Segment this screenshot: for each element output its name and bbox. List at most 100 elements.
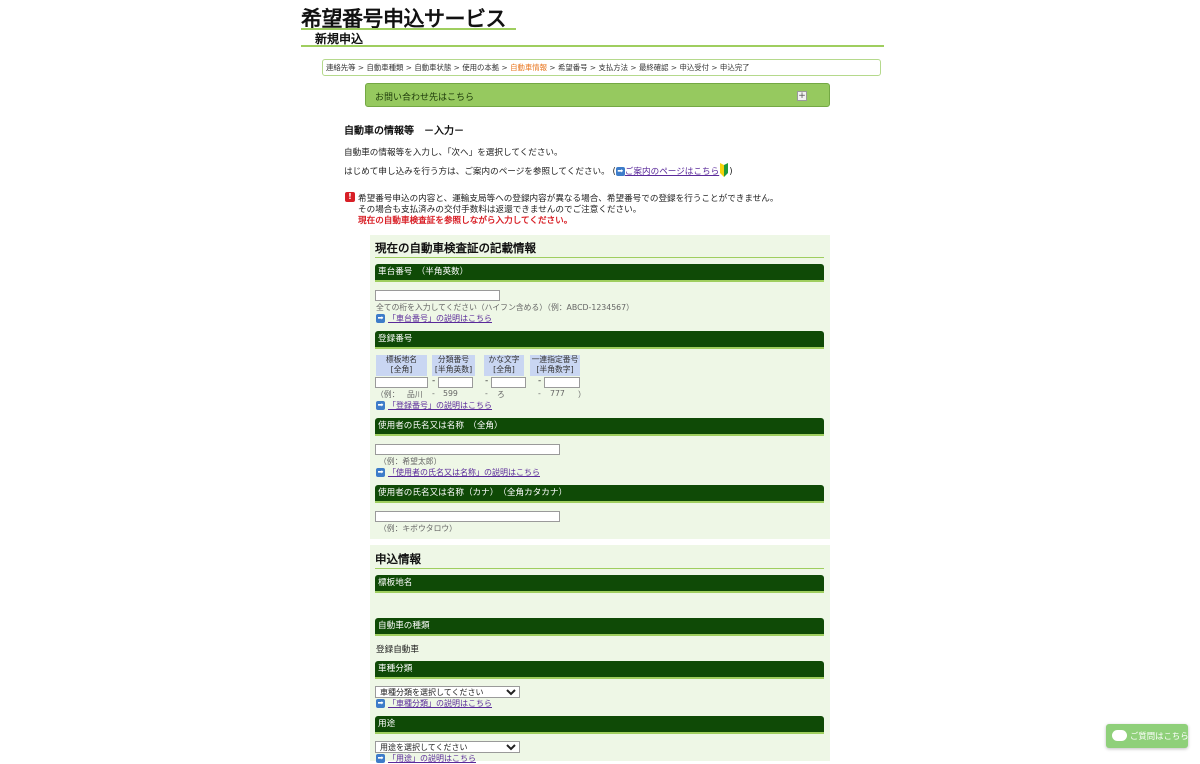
breadcrumb-step: 自動車情報 [510, 63, 548, 72]
section-title: 自動車の情報等 －入力－ [344, 126, 464, 137]
reg-col-serial-name: 一連指定番号 [531, 355, 579, 364]
registration-number-help-link[interactable]: 「登録番号」の説明はこちら [388, 401, 492, 410]
user-name-kana-input[interactable] [375, 511, 560, 522]
registration-number-help[interactable]: ➡ 「登録番号」の説明はこちら [376, 400, 492, 411]
vehicle-kind-header-rule [375, 634, 824, 636]
user-name-header-rule [375, 434, 824, 436]
user-name-kana-header: 使用者の氏名又は名称（カナ） （全角カタカナ） [375, 485, 824, 501]
user-name-input[interactable] [375, 444, 560, 455]
reg-col-serial: 一連指定番号 [半角数字] [530, 355, 580, 376]
apply-panel-title-rule [375, 568, 824, 569]
arrow-right-icon: ➡ [615, 167, 625, 176]
dash: - [538, 389, 541, 398]
user-name-kana-hint: （例：キボウタロウ） [379, 524, 457, 533]
dash: - [432, 389, 435, 398]
breadcrumb-step: 自動車種類 [366, 63, 404, 72]
registration-example-kana: ろ [497, 390, 505, 399]
car-class-select[interactable]: 車種分類を選択してください [375, 686, 520, 698]
reg-col-serial-type: [半角数字] [536, 365, 574, 374]
breadcrumb-step: 支払方法 [598, 63, 629, 72]
breadcrumb-separator: > [355, 63, 367, 72]
car-class-header-rule [375, 677, 824, 679]
breadcrumb-separator: > [403, 63, 415, 72]
chassis-number-help[interactable]: ➡ 「車台番号」の説明はこちら [376, 313, 492, 324]
reg-col-kana-name: かな文字 [488, 355, 520, 364]
dash: - [538, 376, 542, 386]
exclamation-icon: ! [345, 192, 355, 202]
chassis-number-header-rule [375, 280, 824, 282]
breadcrumb-step: 申込受付 [679, 63, 710, 72]
breadcrumb-step: 申込完了 [719, 63, 750, 72]
plate-area-input[interactable] [375, 377, 428, 388]
breadcrumb: 連絡先等 > 自動車種類 > 自動車状態 > 使用の本拠 > 自動車情報 > 希… [322, 59, 881, 76]
registration-example-class: 599 [443, 389, 458, 398]
chassis-number-hint: 全ての桁を入力してください（ハイフン含める）（例：ABCD-1234567） [376, 303, 634, 312]
arrow-right-icon: ➡ [376, 468, 385, 477]
usage-header-rule [375, 732, 824, 734]
chat-bubble-icon [1112, 730, 1127, 741]
user-name-help-link[interactable]: 「使用者の氏名又は名称」の説明はこちら [388, 468, 540, 477]
breadcrumb-separator: > [451, 63, 463, 72]
guide-page-link[interactable]: ご案内のページはこちら [625, 167, 719, 177]
breadcrumb-step: 最終確認 [638, 63, 669, 72]
car-class-header: 車種分類 [375, 661, 824, 677]
registration-number-header: 登録番号 [375, 331, 824, 347]
arrow-right-icon: ➡ [376, 314, 385, 323]
car-class-help[interactable]: ➡ 「車種分類」の説明はこちら [376, 698, 492, 709]
registration-example-prefix: （例： [376, 390, 400, 399]
dash: - [485, 389, 488, 398]
reg-col-class-number: 分類番号 [半角英数] [432, 355, 475, 376]
user-name-kana-header-rule [375, 501, 824, 503]
kana-input[interactable] [491, 377, 526, 388]
chassis-number-header: 車台番号 （半角英数） [375, 264, 824, 280]
reg-col-class-number-name: 分類番号 [437, 355, 470, 364]
breadcrumb-separator: > [547, 63, 558, 72]
warning-emphasis: 現在の自動車検査証を参照しながら入力してください。 [358, 216, 573, 226]
breadcrumb-separator: > [668, 63, 680, 72]
arrow-right-icon: ➡ [376, 401, 385, 410]
breadcrumb-step: 自動車状態 [414, 63, 452, 72]
reg-col-plate-area-name: 標板地名 [385, 355, 418, 364]
user-name-header: 使用者の氏名又は名称 （全角） [375, 418, 824, 434]
inquiry-accordion[interactable]: お問い合わせ先はこちら + [365, 83, 830, 107]
intro-line-1: 自動車の情報等を入力し、「次へ」を選択してください。 [344, 148, 563, 158]
plate-area-header: 標板地名 [375, 575, 824, 591]
registration-example-suffix: ） [578, 390, 586, 399]
warning-line-3: 現在の自動車検査証を参照しながら入力してください。 [358, 214, 572, 226]
registration-example-area: 品川 [407, 390, 423, 399]
expand-plus-icon[interactable]: + [797, 91, 807, 101]
intro-line-2: はじめて申し込みを行う方は、ご案内のページを参照してください。 (➡ ご案内のペー… [344, 163, 733, 177]
intro-suffix: ) [729, 167, 733, 177]
arrow-right-icon: ➡ [376, 754, 385, 763]
user-name-hint: （例：希望太郎） [379, 457, 442, 466]
reg-col-kana: かな文字 [全角] [484, 355, 524, 376]
vehicle-kind-value: 登録自動車 [376, 645, 419, 655]
chat-button[interactable]: ご質問はこちら [1106, 724, 1189, 748]
class-number-input[interactable] [438, 377, 473, 388]
apply-panel-title: 申込情報 [375, 552, 421, 566]
beginner-mark-icon [720, 163, 729, 177]
header-rule [301, 45, 884, 47]
dash: - [432, 376, 436, 386]
breadcrumb-step: 使用の本拠 [462, 63, 500, 72]
cert-panel-title: 現在の自動車検査証の記載情報 [375, 241, 536, 255]
chassis-number-input[interactable] [375, 290, 500, 301]
car-class-help-link[interactable]: 「車種分類」の説明はこちら [388, 699, 492, 708]
usage-help-link[interactable]: 「用途」の説明はこちら [388, 754, 476, 763]
reg-col-kana-type: [全角] [493, 365, 515, 374]
serial-number-input[interactable] [544, 377, 580, 388]
chassis-number-help-link[interactable]: 「車台番号」の説明はこちら [388, 314, 492, 323]
breadcrumb-step: 希望番号 [557, 63, 588, 72]
intro-line-2-text: はじめて申し込みを行う方は、ご案内のページを参照してください。 ( [344, 167, 616, 177]
breadcrumb-separator: > [587, 63, 599, 72]
plate-area-header-rule [375, 591, 824, 593]
registration-number-header-rule [375, 347, 824, 349]
inquiry-label: お問い合わせ先はこちら [375, 93, 475, 103]
dash: - [485, 376, 489, 386]
breadcrumb-separator: > [709, 63, 720, 72]
usage-select[interactable]: 用途を選択してください [375, 741, 520, 753]
vehicle-kind-header: 自動車の種類 [375, 618, 824, 634]
user-name-help[interactable]: ➡ 「使用者の氏名又は名称」の説明はこちら [376, 467, 540, 478]
usage-help[interactable]: ➡ 「用途」の説明はこちら [376, 753, 476, 764]
usage-header: 用途 [375, 716, 824, 732]
